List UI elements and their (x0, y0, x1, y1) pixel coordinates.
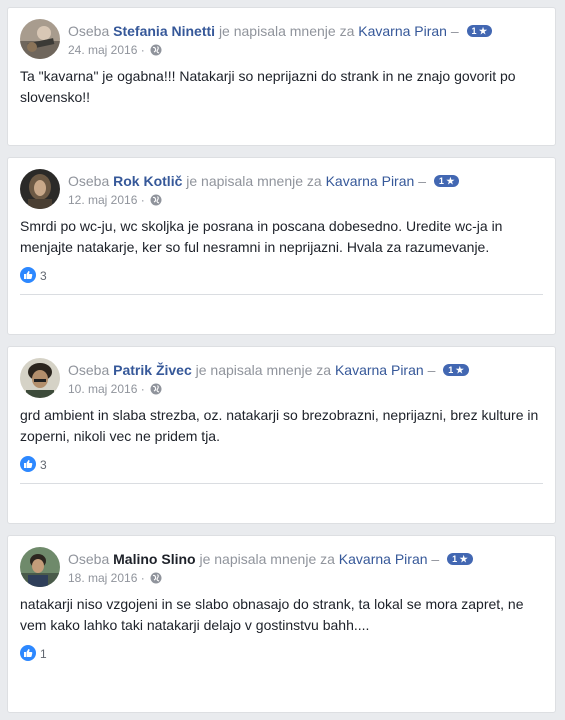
review-header: Oseba Rok Kotlič je napisala mnenje za K… (68, 172, 460, 190)
review-meta: 18. maj 2016 · (68, 570, 162, 586)
page-link[interactable]: Kavarna Piran (335, 362, 424, 378)
author-link[interactable]: Rok Kotlič (113, 173, 182, 189)
review-header: Oseba Malino Slino je napisala mnenje za… (68, 550, 473, 568)
author-link[interactable]: Malino Slino (113, 551, 195, 567)
globe-icon[interactable] (150, 572, 162, 584)
author-link[interactable]: Patrik Živec (113, 362, 192, 378)
review-card: Oseba Malino Slino je napisala mnenje za… (7, 535, 556, 713)
separator: · (140, 571, 145, 585)
thumbs-up-icon (20, 267, 36, 283)
avatar[interactable] (20, 169, 60, 209)
review-meta: 24. maj 2016 · (68, 42, 162, 58)
like-count: 1 (40, 647, 47, 661)
review-card: Oseba Patrik Živec je napisala mnenje za… (7, 346, 556, 524)
dash: – (418, 173, 426, 189)
action-text: je napisala mnenje za (199, 551, 335, 567)
avatar[interactable] (20, 19, 60, 59)
separator: · (140, 382, 145, 396)
globe-icon[interactable] (150, 194, 162, 206)
thumbs-up-icon (20, 645, 36, 661)
review-feed: { "reviews": [ { "prefix": "Oseba", "aut… (0, 0, 565, 720)
review-date[interactable]: 12. maj 2016 (68, 193, 137, 207)
avatar[interactable] (20, 547, 60, 587)
rating-badge: 1 ★ (433, 175, 460, 188)
thumbs-up-icon (20, 456, 36, 472)
review-text: Ta "kavarna" je ogabna!!! Natakarji so n… (20, 68, 516, 105)
review-date[interactable]: 24. maj 2016 (68, 43, 137, 57)
rating-badge: 1 ★ (466, 25, 493, 38)
review-header: Oseba Patrik Živec je napisala mnenje za… (68, 361, 469, 379)
review-date[interactable]: 10. maj 2016 (68, 382, 137, 396)
rating-badge: 1 ★ (443, 364, 469, 377)
like-summary[interactable]: 3 (20, 456, 47, 473)
divider (20, 483, 543, 484)
review-header: Oseba Stefania Ninetti je napisala mnenj… (68, 22, 493, 40)
review-text: natakarji niso vzgojeni in se slabo obna… (20, 596, 524, 633)
dash: – (450, 23, 459, 39)
page-link[interactable]: Kavarna Piran (326, 173, 415, 189)
rating-badge: 1 ★ (447, 553, 473, 566)
dash: – (427, 362, 436, 378)
like-count: 3 (40, 458, 47, 472)
action-text: je napisala mnenje za (195, 362, 332, 378)
globe-icon[interactable] (150, 44, 162, 56)
prefix-label: Oseba (68, 23, 110, 39)
page-link[interactable]: Kavarna Piran (358, 23, 447, 39)
like-summary[interactable]: 3 (20, 267, 47, 284)
author-link[interactable]: Stefania Ninetti (113, 23, 215, 39)
like-count: 3 (40, 269, 47, 283)
separator: · (140, 43, 145, 57)
avatar[interactable] (20, 358, 60, 398)
like-summary[interactable]: 1 (20, 645, 47, 662)
review-date[interactable]: 18. maj 2016 (68, 571, 137, 585)
divider (20, 294, 543, 295)
action-text: je napisala mnenje za (186, 173, 322, 189)
page-link[interactable]: Kavarna Piran (339, 551, 428, 567)
review-card: Oseba Stefania Ninetti je napisala mnenj… (7, 7, 556, 146)
review-meta: 10. maj 2016 · (68, 381, 162, 397)
separator: · (140, 193, 145, 207)
prefix-label: Oseba (68, 551, 110, 567)
review-text: Smrdi po wc-ju, wc skoljka je posrana in… (20, 218, 503, 255)
dash: – (431, 551, 440, 567)
prefix-label: Oseba (68, 173, 110, 189)
review-text: grd ambient in slaba strezba, oz. nataka… (20, 407, 539, 444)
prefix-label: Oseba (68, 362, 110, 378)
globe-icon[interactable] (150, 383, 162, 395)
action-text: je napisala mnenje za (218, 23, 355, 39)
review-meta: 12. maj 2016 · (68, 192, 162, 208)
review-card: Oseba Rok Kotlič je napisala mnenje za K… (7, 157, 556, 335)
